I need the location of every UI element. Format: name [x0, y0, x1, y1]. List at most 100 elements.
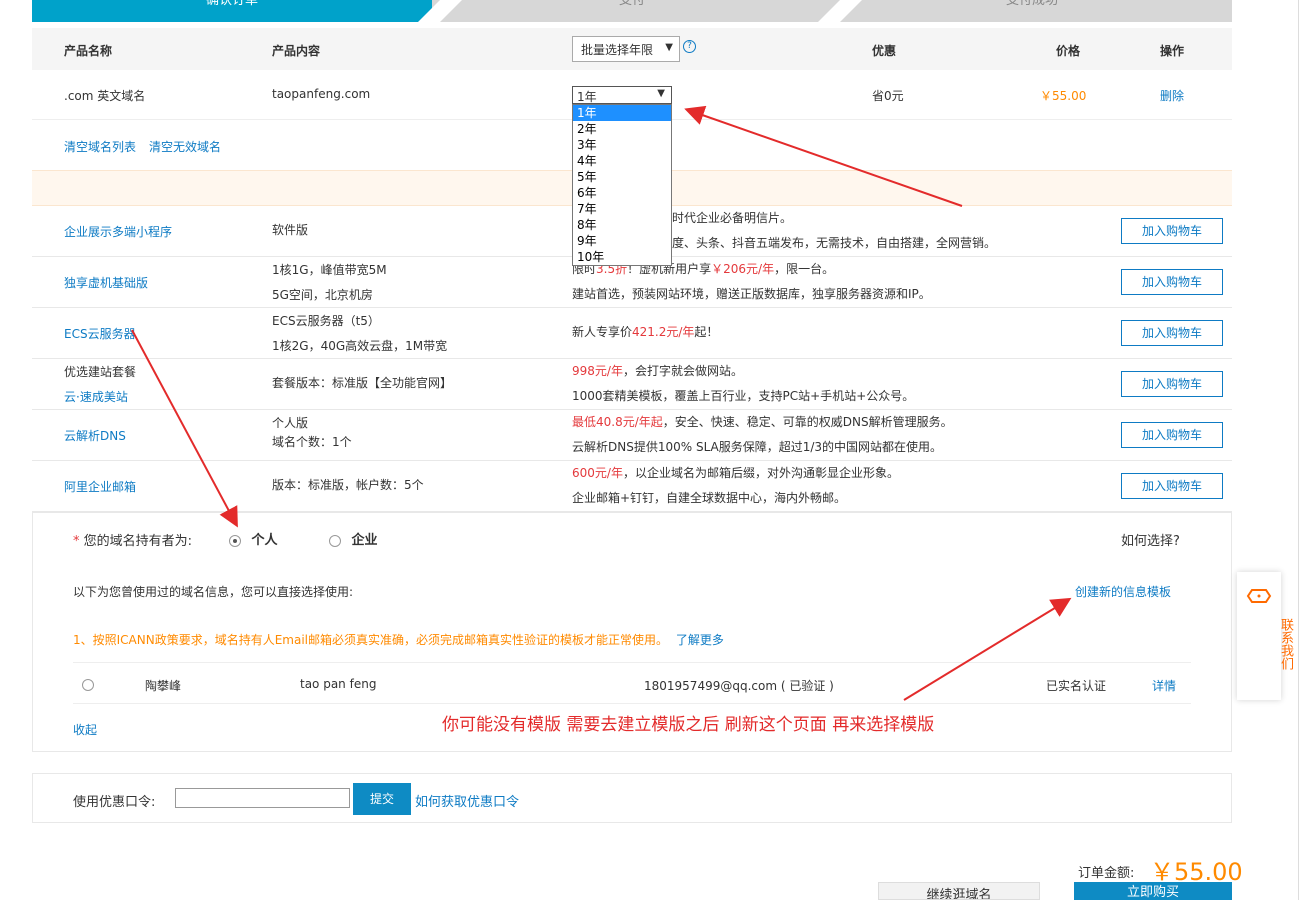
template-row[interactable]: 陶攀峰 tao pan feng 1801957499@qq.com ( 已验证…	[73, 662, 1191, 704]
icann-notice: 1、按照ICANN政策要求，域名持有人Email邮箱必须真实准确，必须完成邮箱真…	[73, 631, 724, 648]
create-template-link[interactable]: 创建新的信息模板	[1075, 583, 1171, 600]
item-price: ￥55.00	[1040, 89, 1087, 103]
rec-content: 1核2G，40G高效云盘，1M带宽	[272, 339, 448, 353]
rec-product-name[interactable]: 阿里企业邮箱	[64, 478, 136, 495]
year-option[interactable]: 10年	[573, 249, 671, 265]
rec-product-name[interactable]: ECS云服务器	[64, 325, 136, 342]
add-to-cart-button[interactable]: 加入购物车	[1121, 269, 1223, 295]
order-table-header: 产品名称 产品内容 批量选择年限 ▼ ? 优惠 价格 操作	[32, 28, 1232, 70]
year-option[interactable]: 3年	[573, 137, 671, 153]
year-option[interactable]: 7年	[573, 201, 671, 217]
batch-year-select-label: 批量选择年限	[581, 43, 654, 57]
add-to-cart-button[interactable]: 加入购物车	[1121, 218, 1223, 244]
recommendation-row: ECS云服务器 ECS云服务器（t5） 1核2G，40G高效云盘，1M带宽 新人…	[32, 308, 1232, 359]
step-confirm-order: 确认订单	[32, 0, 432, 22]
year-option[interactable]: 5年	[573, 169, 671, 185]
learn-more-link[interactable]: 了解更多	[676, 633, 724, 647]
rec-desc-highlight: 600元/年	[572, 466, 623, 480]
rec-desc-highlight: ￥206元/年	[711, 262, 775, 276]
option-company-label: 企业	[351, 533, 378, 548]
delete-link[interactable]: 删除	[1160, 87, 1184, 104]
continue-shopping-button[interactable]: 继续逛域名	[878, 882, 1040, 900]
template-detail-link[interactable]: 详情	[1152, 677, 1176, 694]
year-option[interactable]: 1年	[573, 105, 671, 121]
coupon-submit-button[interactable]: 提交	[353, 783, 411, 815]
used-info-text: 以下为您曾使用过的域名信息，您可以直接选择使用:	[73, 585, 354, 599]
rec-content: 5G空间，北京机房	[272, 288, 373, 302]
header-product-name: 产品名称	[64, 44, 113, 58]
rec-desc-line1: 998元/年，会打字就会做网站。	[572, 359, 743, 383]
template-pinyin: tao pan feng	[300, 677, 377, 691]
rec-content: 套餐版本：标准版【全功能官网】	[272, 376, 453, 390]
recommendation-row: 云解析DNS 个人版 域名个数：1个 最低40.8元/年起，安全、快速、稳定、可…	[32, 410, 1232, 461]
chat-bubble-icon	[1246, 589, 1272, 603]
rec-desc-text: ，限一台。	[774, 262, 835, 276]
clear-invalid-domains-link[interactable]: 清空无效域名	[149, 138, 221, 155]
rec-content: 1核1G，峰值带宽5M	[272, 263, 387, 277]
rec-desc-line1: 时代企业必备明信片。	[672, 211, 793, 225]
add-to-cart-button[interactable]: 加入购物车	[1121, 371, 1223, 397]
year-select-value: 1年	[577, 90, 597, 104]
add-to-cart-button[interactable]: 加入购物车	[1121, 320, 1223, 346]
batch-year-select[interactable]: 批量选择年限 ▼	[572, 36, 680, 62]
template-radio[interactable]	[82, 678, 94, 691]
rec-desc-line2: 度、头条、抖音五端发布，无需技术，自由搭建，全网营销。	[672, 236, 997, 250]
rec-desc-highlight: 998元/年	[572, 364, 623, 378]
rec-desc-text: ，会打字就会做网站。	[622, 364, 743, 378]
year-option[interactable]: 2年	[573, 121, 671, 137]
question-circle-icon[interactable]: ?	[683, 40, 696, 53]
order-total-label: 订单金额:	[1078, 866, 1135, 881]
rec-desc-text: 起！	[694, 325, 719, 339]
header-product-content: 产品内容	[272, 44, 321, 58]
item-product-name: .com 英文域名	[64, 89, 146, 103]
chevron-down-icon: ▼	[657, 88, 665, 99]
year-option[interactable]: 9年	[573, 233, 671, 249]
add-to-cart-button[interactable]: 加入购物车	[1121, 422, 1223, 448]
rec-desc-text: ，以企业域名为邮箱后缀，对外沟通彰显企业形象。	[622, 466, 899, 480]
rec-desc-text: ，安全、快速、稳定、可靠的权威DNS解析管理服务。	[662, 415, 953, 429]
header-price: 价格	[1056, 44, 1081, 58]
collapse-link[interactable]: 收起	[73, 721, 97, 738]
radio-company[interactable]	[329, 534, 341, 547]
clear-domain-list-link[interactable]: 清空域名列表	[64, 138, 136, 155]
rec-product-name[interactable]: 独享虚机基础版	[64, 274, 148, 291]
owner-label-text: 您的域名持有者为:	[83, 534, 193, 549]
rec-product-name[interactable]: 云解析DNS	[64, 427, 126, 444]
contact-us-widget[interactable]: 联系我们	[1237, 572, 1293, 700]
step-label: 支付	[618, 0, 645, 8]
radio-personal[interactable]	[229, 534, 241, 547]
year-option[interactable]: 4年	[573, 153, 671, 169]
rec-content: 个人版	[272, 416, 309, 430]
buy-now-button[interactable]: 立即购买	[1074, 882, 1232, 900]
option-personal-label: 个人	[251, 533, 278, 548]
rec-content: 软件版	[272, 223, 309, 237]
buy-now-label: 立即购买	[1126, 885, 1179, 900]
year-dropdown-list[interactable]: 1年 2年 3年 4年 5年 6年 7年 8年 9年 10年	[572, 104, 672, 266]
template-name: 陶攀峰	[145, 679, 182, 693]
order-progress-steps: 确认订单 支付 支付成功	[32, 0, 1232, 22]
year-option[interactable]: 6年	[573, 185, 671, 201]
owner-option-company[interactable]: 企业	[329, 529, 378, 548]
coupon-section: 使用优惠口令: 提交 如何获取优惠口令	[32, 773, 1232, 823]
rec-desc-line1: 600元/年，以企业域名为邮箱后缀，对外沟通彰显企业形象。	[572, 461, 899, 485]
add-to-cart-button[interactable]: 加入购物车	[1121, 473, 1223, 499]
required-mark: *	[73, 534, 80, 549]
rec-product-name: 优选建站套餐	[64, 365, 137, 379]
year-option[interactable]: 8年	[573, 217, 671, 233]
icann-notice-text: 1、按照ICANN政策要求，域名持有人Email邮箱必须真实准确，必须完成邮箱真…	[73, 633, 669, 647]
header-discount: 优惠	[872, 44, 897, 58]
owner-type-label: * 您的域名持有者为:	[73, 530, 192, 549]
how-to-choose-link[interactable]: 如何选择?	[1121, 530, 1180, 549]
owner-option-personal[interactable]: 个人	[229, 529, 278, 548]
how-to-get-coupon-link[interactable]: 如何获取优惠口令	[415, 791, 519, 810]
rec-desc-highlight: 最低40.8元/年起	[572, 415, 663, 429]
rec-product-name[interactable]: 企业展示多端小程序	[64, 223, 172, 240]
coupon-input[interactable]	[175, 788, 350, 808]
year-select[interactable]: 1年 ▼	[572, 86, 672, 104]
template-email: 1801957499@qq.com ( 已验证 )	[644, 679, 834, 693]
rec-desc-line2: 1000套精美模板，覆盖上百行业，支持PC站+手机站+公众号。	[572, 389, 915, 403]
coupon-label: 使用优惠口令:	[73, 795, 156, 810]
continue-shopping-label: 继续逛域名	[926, 888, 992, 900]
rec-product-subname[interactable]: 云·速成美站	[64, 388, 128, 405]
chevron-down-icon: ▼	[665, 42, 673, 53]
